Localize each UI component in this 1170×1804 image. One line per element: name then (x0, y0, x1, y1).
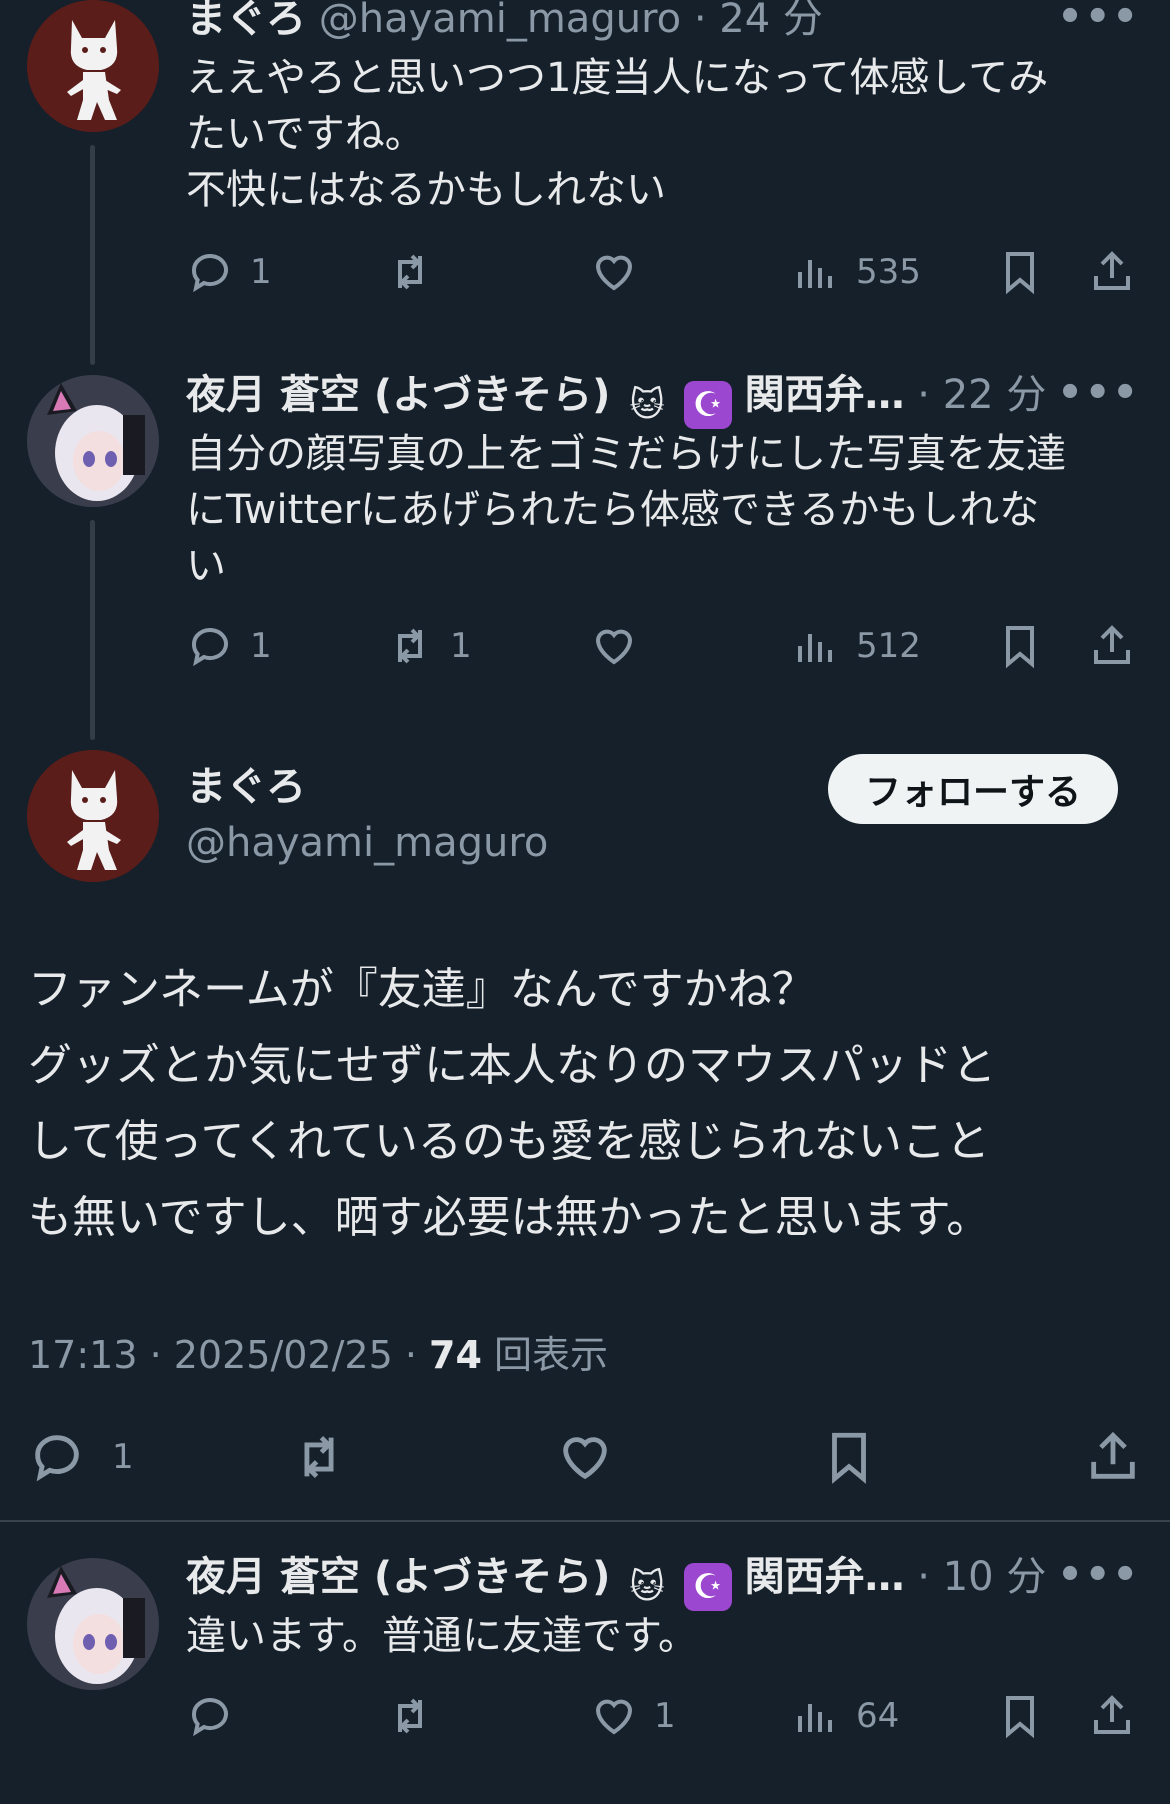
reply-count: 1 (250, 626, 272, 666)
like-button[interactable] (590, 622, 654, 670)
display-name-suffix[interactable]: 関西弁… (745, 372, 905, 418)
display-name[interactable]: 夜月 蒼空 (よづきそら) (186, 372, 610, 418)
follow-button[interactable]: フォローする (828, 754, 1118, 824)
bookmark-icon (1006, 626, 1034, 669)
retweet-button[interactable]: 1 (386, 622, 472, 670)
thread-line (90, 145, 95, 365)
more-icon[interactable]: ••• (1057, 0, 1140, 40)
views-chart-icon (798, 260, 832, 288)
reply-icon (192, 254, 228, 293)
divider (0, 1520, 1170, 1522)
tweet-text: 違います。普通に友達です。 (186, 1613, 698, 1659)
views-label: 回表示 (481, 1333, 608, 1377)
heart-icon (595, 1699, 633, 1735)
reply-icon (192, 1698, 228, 1737)
bookmark-button[interactable] (996, 1692, 1044, 1740)
tweet-text: ええやろと思いつつ1度当人になって体感してみ たいですね。 不快にはなるかもしれ… (186, 55, 1049, 213)
retweet-icon (304, 1435, 334, 1479)
timestamp[interactable]: 17:13 · 2025/02/25 · (28, 1333, 429, 1377)
more-icon[interactable]: ••• (1057, 370, 1140, 416)
separator: · (917, 1554, 931, 1600)
avatar[interactable] (27, 0, 159, 132)
display-name-suffix[interactable]: 関西弁… (745, 1554, 905, 1600)
reply-button[interactable]: 1 (186, 248, 272, 296)
tweet-header: 夜月 蒼空 (よづきそら) 🐱 ☪ 関西弁… · 22 分 (186, 370, 1046, 429)
avatar[interactable] (27, 1558, 159, 1690)
share-icon (1094, 251, 1130, 290)
display-name[interactable]: まぐろ (186, 0, 306, 42)
retweet-button[interactable] (290, 1428, 348, 1486)
tweet-header: まぐろ @hayami_maguro · 24 分 (186, 0, 823, 44)
heart-icon (563, 1437, 607, 1480)
display-name[interactable]: まぐろ (186, 762, 306, 812)
share-button[interactable] (1088, 622, 1136, 670)
anime-avatar-icon (27, 375, 159, 507)
avatar[interactable] (27, 375, 159, 507)
reply-button[interactable]: 1 (28, 1428, 134, 1486)
views-count: 64 (856, 1696, 900, 1736)
bookmark-icon (832, 1432, 866, 1484)
heart-icon (595, 629, 633, 665)
retweet-icon (398, 254, 422, 290)
moon-star-emoji-icon: ☪ (683, 381, 732, 429)
views-button[interactable]: 535 (792, 248, 921, 296)
timestamp[interactable]: 22 分 (943, 372, 1047, 418)
reply-count: 1 (112, 1437, 134, 1477)
retweet-icon (398, 628, 422, 664)
share-button[interactable] (1088, 1692, 1136, 1740)
tweet-header: 夜月 蒼空 (よづきそら) 🐱 ☪ 関西弁… · 10 分 (186, 1552, 1046, 1611)
retweet-count: 1 (450, 626, 472, 666)
timestamp[interactable]: 24 分 (719, 0, 823, 42)
reply-button[interactable]: 1 (186, 622, 272, 670)
thread-line (90, 520, 95, 740)
bookmark-button[interactable] (820, 1428, 878, 1486)
more-icon[interactable]: ••• (1057, 1552, 1140, 1598)
reply-icon (192, 628, 228, 667)
like-button[interactable] (590, 248, 654, 296)
views-count: 512 (856, 626, 921, 666)
views-chart-icon (798, 1704, 832, 1732)
heart-icon (595, 255, 633, 291)
retweet-button[interactable] (386, 248, 450, 296)
share-icon (1091, 1431, 1135, 1479)
cat-emoji-icon: 🐱 (629, 385, 665, 425)
handle[interactable]: @hayami_maguro (186, 818, 548, 868)
retweet-button[interactable] (386, 1692, 434, 1740)
main-tweet-text: ファンネームが『友達』なんですかね？ グッズとか気にせずに本人なりのマウスパッド… (28, 964, 996, 1243)
share-button[interactable] (1084, 1428, 1142, 1486)
tweet-timestamp-views: 17:13 · 2025/02/25 · 74 回表示 (28, 1330, 608, 1380)
views-count: 74 (429, 1333, 482, 1377)
views-chart-icon (798, 634, 832, 662)
like-count: 1 (654, 1696, 676, 1736)
bookmark-icon (1006, 252, 1034, 295)
display-name[interactable]: 夜月 蒼空 (よづきそら) (186, 1554, 610, 1600)
separator: · (693, 0, 707, 42)
share-icon (1094, 1695, 1130, 1734)
avatar[interactable] (27, 750, 159, 882)
like-button[interactable] (556, 1428, 614, 1486)
share-button[interactable] (1088, 248, 1136, 296)
share-icon (1094, 625, 1130, 664)
bookmark-icon (1006, 1696, 1034, 1739)
retweet-icon (398, 1698, 422, 1734)
cat-emoji-icon: 🐱 (629, 1567, 665, 1607)
anime-avatar-icon (27, 1558, 159, 1690)
timestamp[interactable]: 10 分 (943, 1554, 1047, 1600)
handle[interactable]: @hayami_maguro (319, 0, 681, 42)
separator: · (917, 372, 931, 418)
views-count: 535 (856, 252, 921, 292)
cat-avatar-icon (27, 750, 159, 882)
moon-star-emoji-icon: ☪ (683, 1563, 732, 1611)
reply-count: 1 (250, 252, 272, 292)
reply-button[interactable] (186, 1692, 250, 1740)
views-button[interactable]: 512 (792, 622, 921, 670)
bookmark-button[interactable] (996, 622, 1044, 670)
reply-icon (35, 1435, 79, 1482)
tweet-text: 自分の顔写真の上をゴミだらけにした写真を友達 にTwitterにあげられたら体感… (186, 431, 1066, 589)
cat-avatar-icon (27, 0, 159, 132)
views-button[interactable]: 64 (792, 1692, 899, 1740)
like-button[interactable]: 1 (590, 1692, 676, 1740)
bookmark-button[interactable] (996, 248, 1044, 296)
